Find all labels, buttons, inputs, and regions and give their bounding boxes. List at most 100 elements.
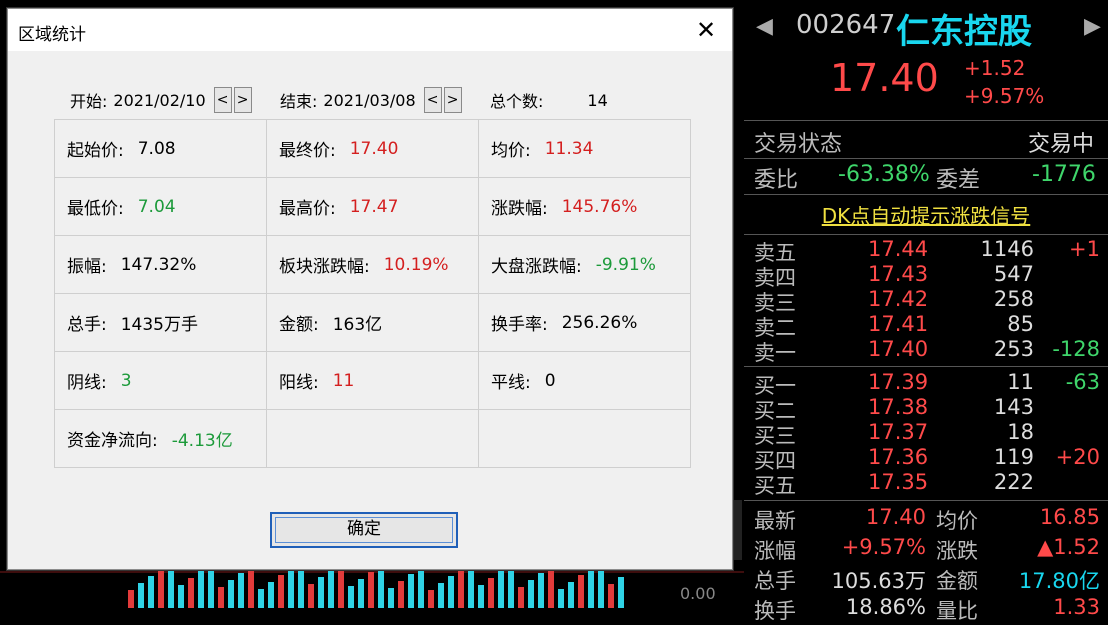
sell-vol: 85 [1007, 312, 1034, 336]
quote-stat-label: 金额 [936, 569, 978, 593]
volume-bar [448, 576, 454, 608]
stats-cell: 最高价: 17.47 [266, 177, 479, 236]
scrollbar[interactable] [732, 500, 742, 560]
stat-value: 17.47 [349, 196, 399, 217]
stats-cell-content: 振幅: 147.32% [55, 252, 266, 278]
stat-label: 资金净流向: [67, 431, 158, 451]
sell-level-row[interactable]: 卖二 17.41 85 [744, 312, 1108, 340]
stats-cell: 金额: 163亿 [266, 293, 479, 352]
buy-level-row[interactable]: 买四 17.36 119 +20 [744, 445, 1108, 473]
stat-value: 145.76% [561, 196, 638, 217]
change-percent: +9.57% [964, 84, 1045, 108]
stat-value: -9.91% [595, 254, 656, 275]
buy-vol: 143 [993, 395, 1034, 419]
next-stock-icon[interactable]: ▶ [1084, 14, 1101, 39]
volume-bar [268, 582, 274, 608]
stats-cell: 阳线: 11 [266, 351, 479, 410]
stat-label: 大盘涨跌幅: [491, 257, 582, 277]
volume-bar [258, 589, 264, 608]
buy-delta: +20 [1055, 445, 1100, 469]
stats-cell-content: 大盘涨跌幅: -9.91% [479, 252, 690, 278]
status-label: 交易状态 [754, 132, 843, 157]
stat-label: 均价: [491, 141, 531, 161]
start-prev-button[interactable]: < [213, 87, 232, 113]
close-button[interactable]: ✕ [684, 13, 728, 47]
volume-bar [488, 578, 494, 608]
buy-level-row[interactable]: 买二 17.38 143 [744, 395, 1108, 423]
stat-label: 阴线: [67, 373, 107, 393]
stats-cell-content: 最低价: 7.04 [55, 194, 266, 220]
stat-value: 10.19% [383, 254, 449, 275]
volume-bar [618, 577, 624, 608]
volume-bar [208, 564, 214, 608]
prev-stock-icon[interactable]: ◀ [756, 14, 773, 39]
axis-value: 0.00 [680, 584, 716, 603]
stats-cell-content: 平线: 0 [479, 368, 690, 394]
volume-bar [568, 582, 574, 608]
stat-label: 金额: [279, 315, 319, 335]
start-date-group: 开始: 2021/02/10 < > [70, 85, 254, 115]
sell-price: 17.43 [868, 262, 929, 286]
volume-bar [138, 583, 144, 608]
sell-level-row[interactable]: 卖四 17.43 547 [744, 262, 1108, 290]
ok-button[interactable]: 确定 [270, 512, 458, 548]
sell-level-row[interactable]: 卖三 17.42 258 [744, 287, 1108, 315]
stat-value: 256.26% [561, 312, 638, 333]
stats-cell-content: 阴线: 3 [55, 368, 266, 394]
sell-vol: 547 [993, 262, 1034, 286]
divider [744, 234, 1108, 235]
buy-level-row[interactable]: 买五 17.35 222 [744, 470, 1108, 498]
quote-stat-value: +9.57% [841, 535, 926, 559]
stats-row: 资金净流向: -4.13亿 [54, 409, 691, 468]
end-prev-button[interactable]: < [423, 87, 442, 113]
start-label: 开始: [70, 92, 108, 111]
stat-value: 1435万手 [120, 315, 198, 335]
sell-delta: +1 [1069, 237, 1100, 261]
volume-bar [458, 569, 464, 608]
volume-bar [608, 584, 614, 608]
sell-price: 17.41 [868, 312, 929, 336]
volume-bar [438, 583, 444, 608]
volume-bar [288, 568, 294, 608]
count-label: 总个数: [490, 92, 544, 111]
end-date: 2021/03/08 [323, 90, 416, 110]
buy-level-row[interactable]: 买三 17.37 18 [744, 420, 1108, 448]
volume-bar [368, 572, 374, 608]
sell-level-row[interactable]: 卖一 17.40 253 -128 [744, 337, 1108, 365]
stats-cell: 资金净流向: -4.13亿 [54, 409, 267, 468]
stats-cell: 起始价: 7.08 [54, 119, 267, 178]
sell-level-row[interactable]: 卖五 17.44 1146 +1 [744, 237, 1108, 265]
volume-bar [128, 590, 134, 608]
sell-vol: 258 [993, 287, 1034, 311]
start-next-button[interactable]: > [233, 87, 252, 113]
stats-cell-content: 起始价: 7.08 [55, 136, 266, 162]
dk-signal-link[interactable]: DK点自动提示涨跌信号 [744, 200, 1108, 229]
stat-label: 最高价: [279, 199, 336, 219]
stats-cell: 均价: 11.34 [478, 119, 691, 178]
stat-value: 17.40 [349, 138, 399, 159]
volume-bar [408, 574, 414, 608]
divider [744, 366, 1108, 367]
quote-stat-label: 总手 [754, 569, 796, 593]
stats-cell: 板块涨跌幅: 10.19% [266, 235, 479, 294]
stats-cell [266, 409, 479, 468]
stat-label: 平线: [491, 373, 531, 393]
end-next-button[interactable]: > [443, 87, 462, 113]
stat-label: 总手: [67, 315, 107, 335]
stat-value: 3 [120, 370, 132, 391]
quote-stat-value: 17.40 [865, 505, 926, 529]
volume-bar [178, 585, 184, 608]
sell-vol: 1146 [980, 237, 1034, 261]
stat-value: 7.04 [137, 196, 176, 217]
stat-label: 振幅: [67, 257, 107, 277]
stats-cell: 最低价: 7.04 [54, 177, 267, 236]
stats-cell [478, 409, 691, 468]
volume-bar [308, 584, 314, 608]
buy-level-row[interactable]: 买一 17.39 11 -63 [744, 370, 1108, 398]
stat-value: 0 [544, 370, 556, 391]
stats-cell-content: 涨跌幅: 145.76% [479, 194, 690, 220]
stat-label: 最终价: [279, 141, 336, 161]
quote-stat-label: 涨跌 [936, 539, 978, 563]
stats-cell-content: 最终价: 17.40 [267, 136, 478, 162]
stat-label: 板块涨跌幅: [279, 257, 370, 277]
